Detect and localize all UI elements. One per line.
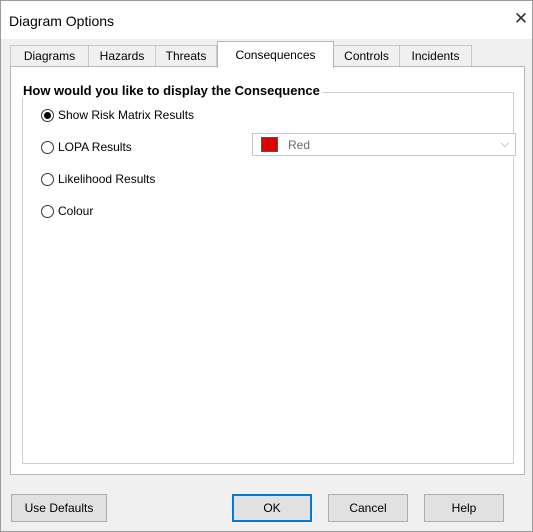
radio-likelihood-results[interactable]: Likelihood Results [41, 172, 155, 186]
colour-dropdown[interactable]: Red ⌵ [252, 133, 516, 156]
help-button[interactable]: Help [424, 494, 504, 522]
radio-unselected-icon[interactable] [41, 140, 54, 154]
dialog-window: Diagram Options ✕ Diagrams Hazards Threa… [0, 0, 533, 532]
title-bar: Diagram Options ✕ [1, 1, 532, 39]
cancel-button[interactable]: Cancel [328, 494, 408, 522]
tab-consequences[interactable]: Consequences [217, 41, 334, 68]
tab-threats[interactable]: Threats [155, 45, 217, 66]
ok-button[interactable]: OK [232, 494, 312, 522]
radio-unselected-icon[interactable] [41, 204, 54, 218]
tab-diagrams[interactable]: Diagrams [10, 45, 89, 66]
close-icon[interactable]: ✕ [510, 5, 532, 33]
radio-unselected-icon[interactable] [41, 172, 54, 186]
group-title: How would you like to display the Conseq… [21, 83, 322, 98]
chevron-down-icon[interactable]: ⌵ [501, 138, 509, 151]
tab-incidents[interactable]: Incidents [399, 45, 472, 66]
radio-selected-icon[interactable] [41, 108, 54, 122]
radio-show-risk-matrix[interactable]: Show Risk Matrix Results [41, 108, 194, 122]
radio-colour[interactable]: Colour [41, 204, 93, 218]
colour-swatch [261, 137, 278, 152]
tab-controls[interactable]: Controls [333, 45, 400, 66]
tab-hazards[interactable]: Hazards [88, 45, 156, 66]
dialog-title: Diagram Options [9, 13, 115, 29]
tab-panel: How would you like to display the Conseq… [10, 66, 525, 475]
radio-lopa-results[interactable]: LOPA Results [41, 140, 132, 154]
colour-value: Red [288, 137, 311, 152]
use-defaults-button[interactable]: Use Defaults [11, 494, 107, 522]
